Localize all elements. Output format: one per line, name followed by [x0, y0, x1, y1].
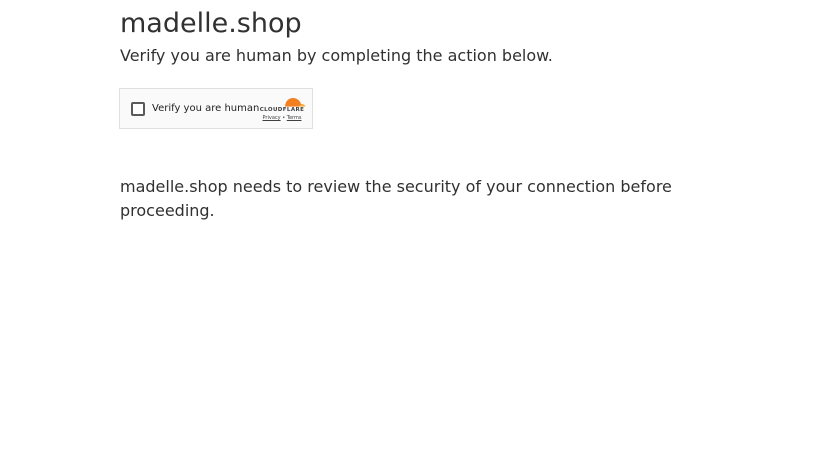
- privacy-link[interactable]: Privacy: [263, 115, 281, 121]
- page-title: madelle.shop: [120, 8, 302, 39]
- terms-link[interactable]: Terms: [287, 115, 302, 121]
- verify-checkbox[interactable]: [131, 102, 145, 116]
- cloudflare-links: Privacy • Terms: [256, 115, 308, 122]
- page-subtitle: Verify you are human by completing the a…: [120, 46, 553, 65]
- security-message: madelle.shop needs to review the securit…: [120, 177, 672, 220]
- challenge-page: madelle.shop Verify you are human by com…: [0, 0, 832, 468]
- cloudflare-wordmark: CLOUDFLARE: [259, 107, 305, 113]
- turnstile-widget: Verify you are human CLOUDFLARE Privacy …: [119, 88, 313, 129]
- links-separator: •: [282, 115, 286, 121]
- verify-label[interactable]: Verify you are human: [152, 102, 259, 116]
